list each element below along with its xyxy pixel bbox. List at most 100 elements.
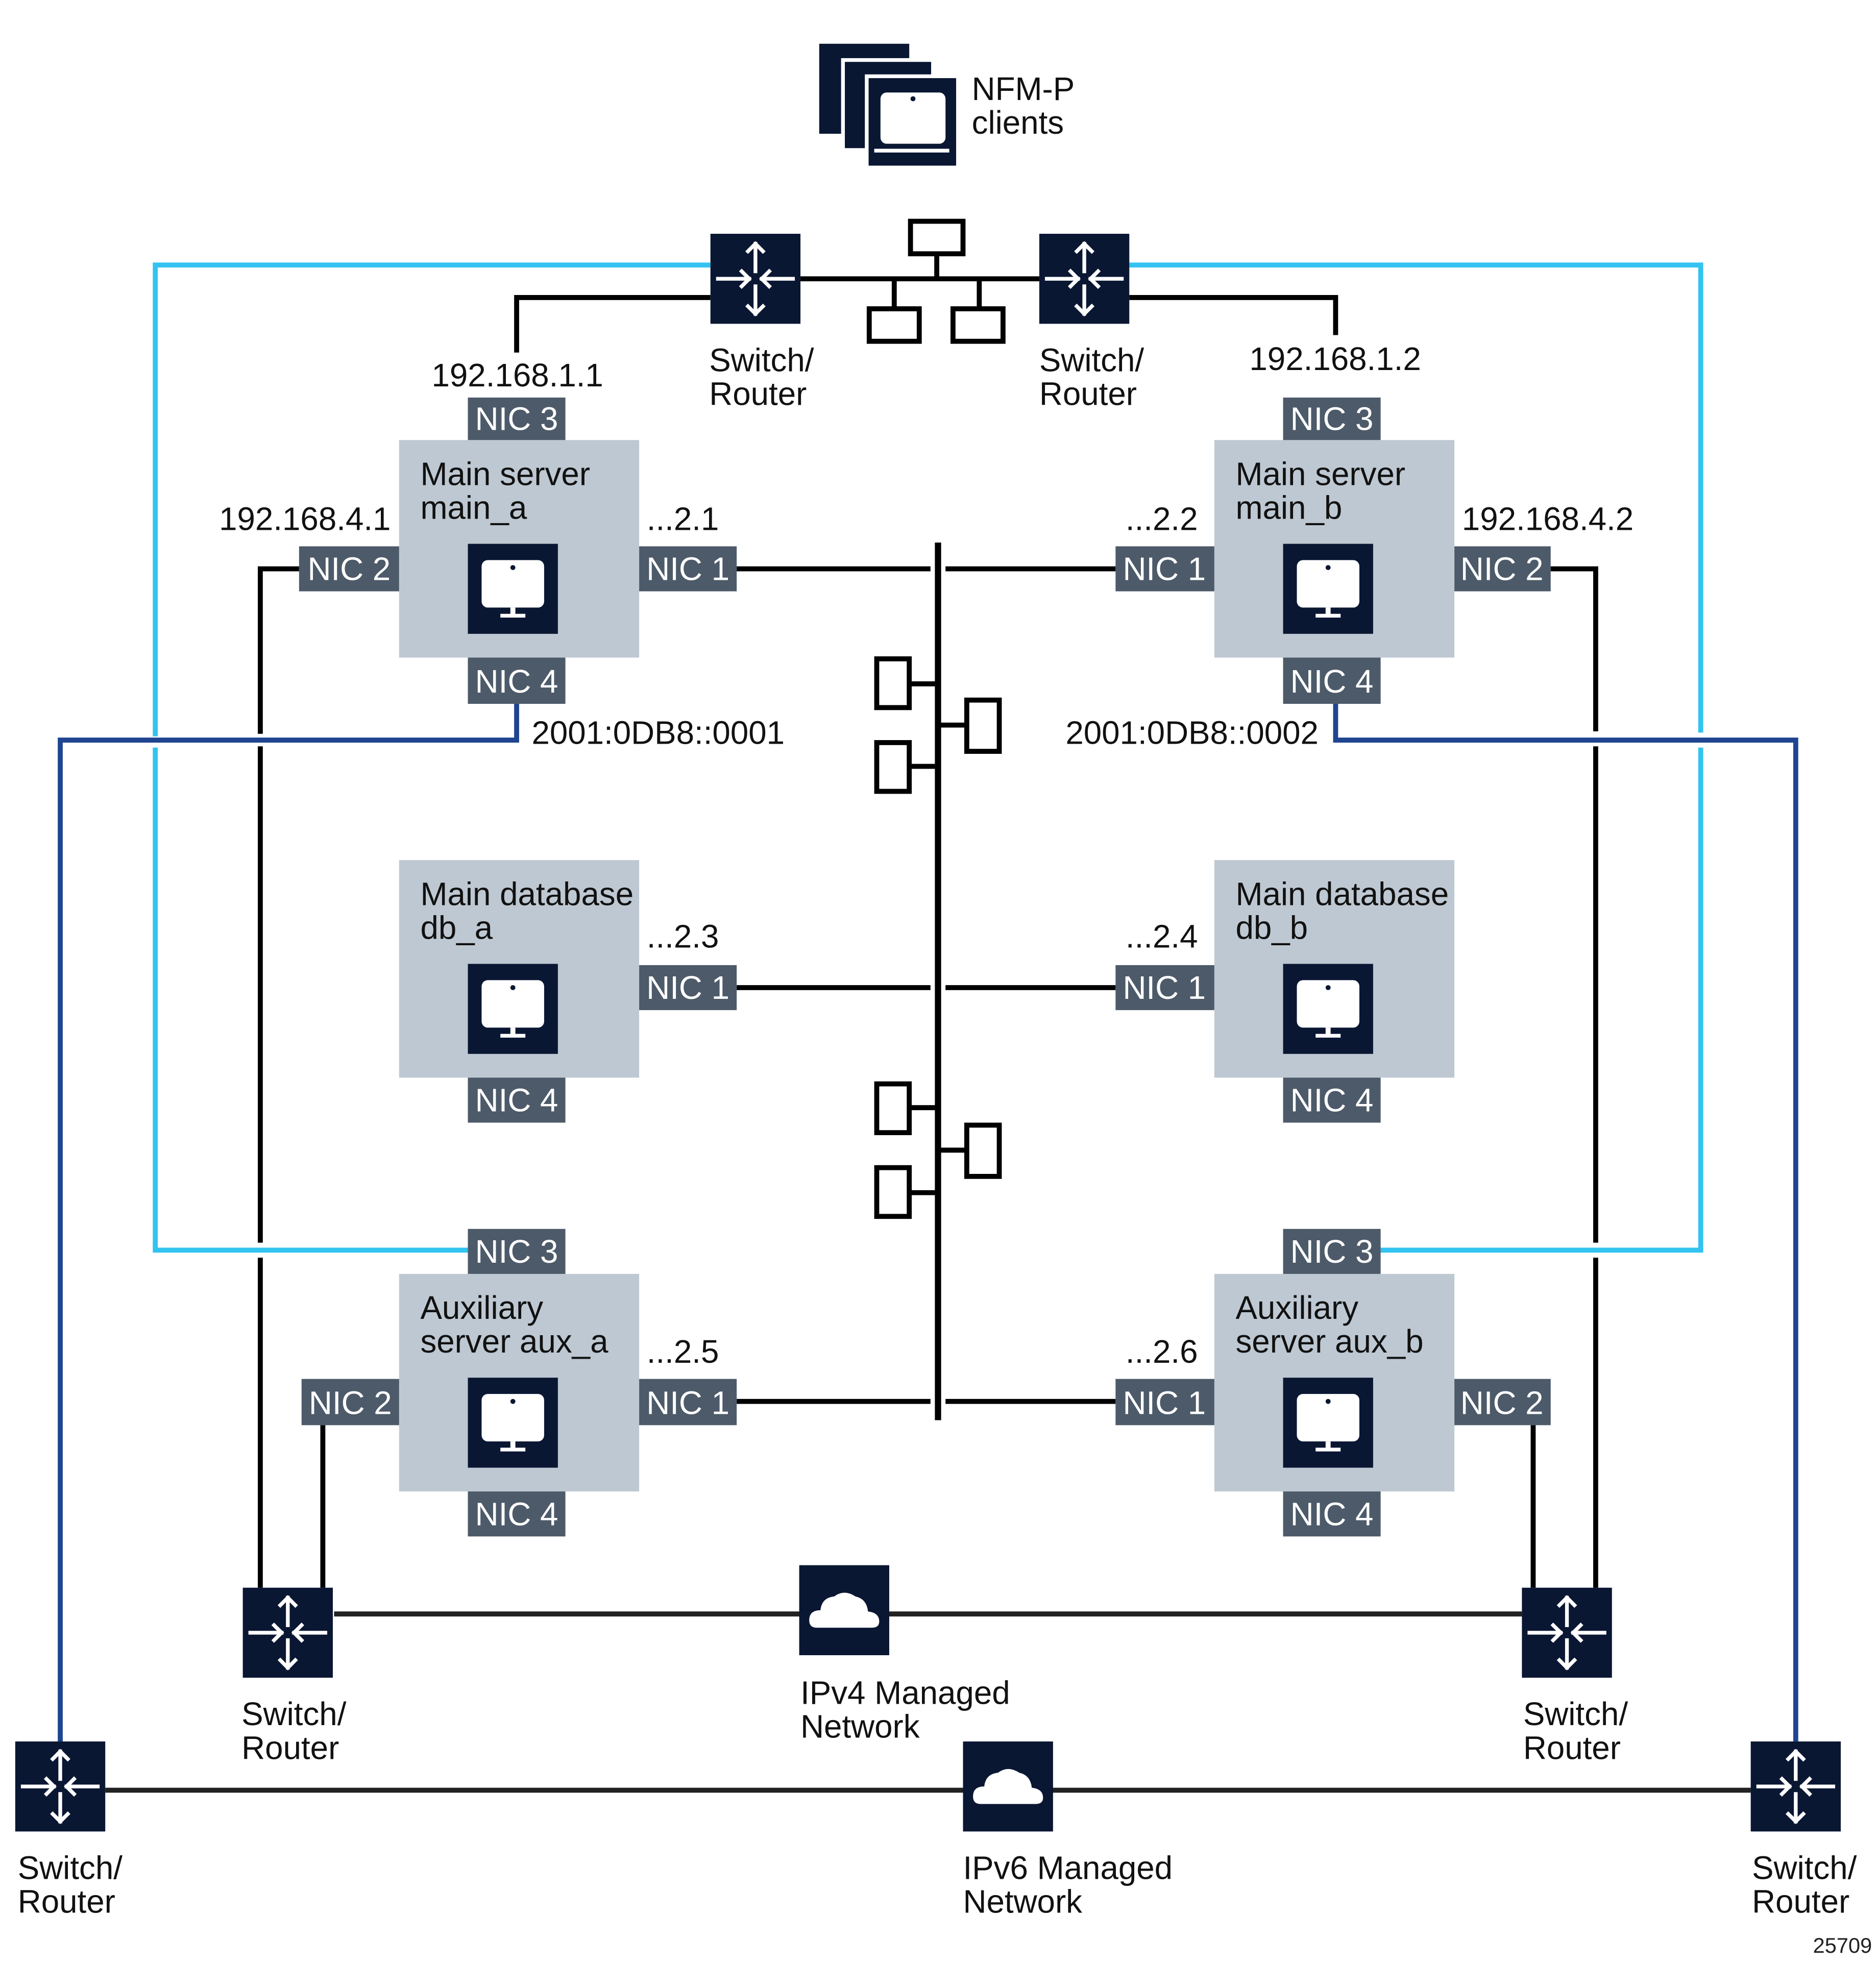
server-hostname: main_b [1235,489,1342,526]
clients-label-line2: clients [972,105,1064,141]
ipv6-label-line2: Network [963,1884,1082,1920]
nic1-address: ...2.5 [647,1334,719,1370]
cloud-icon [963,1741,1053,1832]
nic4-label: NIC 4 [1290,1496,1374,1532]
switch-label-line1: Switch/ [241,1696,347,1732]
client-camera [910,96,916,102]
switch-label-line2: Router [709,376,807,412]
switch-label-line1: Switch/ [709,342,814,378]
nic3-label: NIC 3 [475,401,558,437]
server-aux-b[interactable]: Auxiliary server aux_b NIC 3 NIC 1 NIC 2… [1115,1229,1551,1537]
ipv6-label-line1: IPv6 Managed [963,1850,1173,1886]
links [58,262,1798,1793]
server-hostname: server aux_b [1235,1323,1423,1360]
server-icon [468,544,558,634]
network-diagram: NFM-P clients Switch/ Router Switch/ Rou… [0,43,1872,1957]
switch-router-ipv4-left[interactable]: Switch/ Router [241,1588,347,1766]
switch-router-ipv6-right[interactable]: Switch/ Router [1751,1741,1857,1920]
nic1-address: ...2.2 [1126,501,1198,537]
server-main-a[interactable]: Main server main_a NIC 3 NIC 2 NIC 1 NIC… [219,357,785,751]
switch-router-ipv4-right[interactable]: Switch/ Router [1522,1588,1628,1766]
server-icon [1283,1378,1373,1468]
server-title: Auxiliary [420,1290,543,1326]
nic1-address: ...2.1 [647,501,719,537]
nic2-label: NIC 2 [1460,1385,1544,1421]
nic1-label: NIC 1 [646,1385,729,1421]
server-icon [1283,964,1373,1054]
nic1-address: ...2.4 [1126,919,1198,955]
switch-label-line2: Router [241,1730,339,1766]
nic1-label: NIC 1 [1123,1385,1206,1421]
ipv4-managed-network[interactable]: IPv4 Managed Network [799,1565,1010,1745]
nic3-label: NIC 3 [1290,1234,1374,1270]
cloud-icon [799,1565,889,1655]
nic4-label: NIC 4 [1290,1083,1374,1119]
server-title: Main server [1235,456,1405,492]
server-main-b[interactable]: Main server main_b NIC 3 NIC 1 NIC 2 NIC… [1065,341,1634,751]
switch-router-icon [243,1588,333,1678]
main-b-nic3-link [1129,295,1338,335]
main-b-nic2-link [1550,566,1598,731]
clients-label-line1: NFM-P [972,71,1075,107]
switch-router-icon [1522,1588,1612,1678]
nic1-address: ...2.3 [647,919,719,955]
nic3-address: 192.168.1.1 [431,357,603,394]
server-hostname: server aux_a [420,1323,608,1360]
nic3-address: 192.168.1.2 [1249,341,1421,377]
ipv4-label-line1: IPv4 Managed [800,1675,1010,1711]
figure-number: 25709 [1813,1933,1872,1957]
switch-router-top-left[interactable]: Switch/ Router [709,234,814,412]
switch-label-line1: Switch/ [1039,342,1144,378]
server-title: Main database [1235,876,1449,912]
server-icon [468,1378,558,1468]
switch-label-line2: Router [1752,1884,1849,1920]
server-db-b[interactable]: Main database db_b NIC 1 NIC 4 ...2.4 [1115,860,1455,1123]
server-hostname: db_b [1235,910,1308,946]
server-title: Main database [420,876,634,912]
nic1-label: NIC 1 [1123,970,1206,1006]
client-keyboard [874,149,949,153]
nfm-p-clients[interactable]: NFM-P clients [819,43,1075,169]
nic1-label: NIC 1 [1123,551,1206,587]
nic3-label: NIC 3 [475,1234,558,1270]
switch-label-line2: Router [1523,1730,1621,1766]
nic2-label: NIC 2 [309,1385,392,1421]
switch-label-line2: Router [1039,376,1137,412]
nic4-label: NIC 4 [475,664,558,700]
nic2-address: 192.168.4.1 [219,501,391,537]
server-icon [1283,544,1373,634]
server-icon [468,964,558,1054]
server-hostname: db_a [420,910,493,946]
switch-router-icon [711,234,800,324]
switch-label-line2: Router [18,1884,115,1920]
switch-router-ipv6-left[interactable]: Switch/ Router [15,1741,123,1920]
switch-router-icon [1751,1741,1841,1831]
ipv6-managed-network[interactable]: IPv6 Managed Network [963,1741,1173,1920]
main-a-nic3-link [514,295,711,353]
switch-router-icon [1039,234,1129,324]
switch-label-line1: Switch/ [1752,1850,1857,1886]
nic4-label: NIC 4 [1290,664,1374,700]
nic2-label: NIC 2 [1460,551,1544,587]
nic1-address: ...2.6 [1126,1334,1198,1370]
main-a-nic4-link [58,704,519,1742]
nic4-label: NIC 4 [475,1083,558,1119]
nic1-label: NIC 1 [646,551,729,587]
ipv4-label-line2: Network [800,1709,920,1745]
switch-label-line1: Switch/ [18,1850,123,1886]
nic4-address: 2001:0DB8::0002 [1065,715,1319,751]
server-title: Auxiliary [1235,1290,1358,1326]
server-aux-a[interactable]: Auxiliary server aux_a NIC 3 NIC 2 NIC 1… [301,1229,737,1537]
nic4-address: 2001:0DB8::0001 [531,715,785,751]
switch-label-line1: Switch/ [1523,1696,1628,1732]
switch-router-icon [15,1741,105,1831]
server-title: Main server [420,456,590,492]
nic3-label: NIC 3 [1290,401,1374,437]
main-b-nic4-link [1333,704,1798,1742]
nic4-label: NIC 4 [475,1496,558,1532]
main-a-nic2-link [258,566,299,734]
switch-router-top-right[interactable]: Switch/ Router [1039,234,1144,412]
nic1-label: NIC 1 [646,970,729,1006]
nic2-label: NIC 2 [307,551,391,587]
server-db-a[interactable]: Main database db_a NIC 1 NIC 4 ...2.3 [399,860,737,1123]
